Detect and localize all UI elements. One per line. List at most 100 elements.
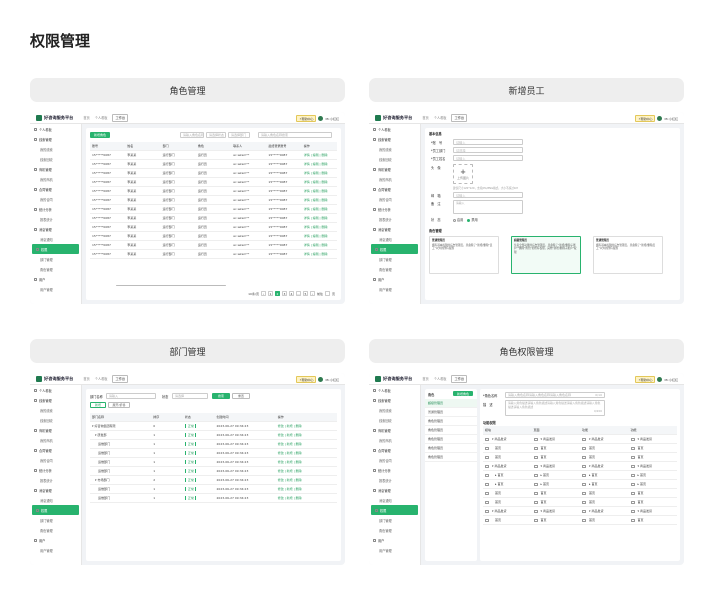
dept-name-cell[interactable]: 运维部门: [90, 460, 151, 464]
row-actions[interactable]: 详情 | 编辑 | 删除: [302, 207, 337, 211]
permission-cell[interactable]: ▸ 首页: [629, 473, 678, 477]
checkbox[interactable]: [485, 482, 489, 486]
sidebar-item[interactable]: 商机管理: [30, 425, 81, 435]
reset-button[interactable]: 重置: [232, 393, 250, 399]
row-actions[interactable]: 修改 | 新增 | 删除: [276, 442, 337, 446]
sidebar-item[interactable]: 角色管理: [30, 264, 81, 274]
checkbox[interactable]: [533, 482, 538, 486]
role-list-item[interactable]: 角色管理员: [425, 417, 477, 426]
sidebar-item[interactable]: 用户管理: [369, 284, 420, 294]
permission-cell[interactable]: ▾ 商品发货: [532, 437, 581, 441]
permission-cell[interactable]: 首页: [483, 455, 532, 459]
sidebar-item[interactable]: 角色管理: [30, 525, 81, 535]
checkbox[interactable]: [582, 482, 586, 486]
per-page-select[interactable]: 10条/页: [248, 292, 259, 296]
sidebar-item[interactable]: 线索管理: [369, 395, 420, 405]
permission-cell[interactable]: ▸ 首页: [483, 482, 532, 486]
sidebar-item[interactable]: 我的线索: [369, 144, 420, 154]
add-role-button[interactable]: 新增角色: [453, 391, 473, 396]
row-actions[interactable]: 详情 | 编辑 | 删除: [302, 153, 337, 157]
sidebar-item[interactable]: 合同管理: [369, 184, 420, 194]
checkbox[interactable]: [630, 464, 635, 468]
checkbox[interactable]: [533, 473, 538, 477]
role-card-1[interactable]: 普通管理员 拥有基本权限的后台管理员，具备除了"新增/删除"员工"以外的所有权限: [429, 236, 499, 274]
status-filter[interactable]: 请选择状态: [206, 132, 226, 138]
row-actions[interactable]: 详情 | 编辑 | 删除: [302, 225, 337, 229]
checkbox[interactable]: [582, 464, 586, 468]
row-actions[interactable]: 修改 | 新增 | 删除: [276, 433, 337, 437]
add-role-button[interactable]: 新增角色: [90, 132, 110, 138]
permission-cell[interactable]: ▾ 商品发货: [580, 464, 629, 468]
sidebar-item[interactable]: 个人看板: [369, 385, 420, 395]
add-dept-button[interactable]: 新增: [90, 402, 106, 408]
role-list-item[interactable]: 普通管理员: [425, 408, 477, 417]
checkbox[interactable]: [533, 455, 538, 459]
sidebar-item[interactable]: 消息通知: [369, 234, 420, 244]
email-input[interactable]: 请输入: [453, 192, 523, 198]
sidebar-item[interactable]: 统计分析: [369, 465, 420, 475]
dept-name-cell[interactable]: ▾ 好咨询集团有限: [90, 424, 151, 428]
checkbox[interactable]: [630, 518, 635, 522]
sidebar-item[interactable]: 合同管理: [30, 445, 81, 455]
checkbox[interactable]: [582, 437, 586, 441]
permission-cell[interactable]: ▾ 商品发货: [483, 437, 532, 441]
nav-workbench[interactable]: 工作台: [112, 374, 129, 383]
sidebar-item[interactable]: 我的商机: [369, 435, 420, 445]
nav-home[interactable]: 首页: [422, 115, 428, 120]
status-disable-radio[interactable]: 禁用: [467, 217, 478, 222]
account-input[interactable]: 请输入: [453, 139, 523, 145]
user-name[interactable]: Mr.小红红: [325, 117, 339, 121]
help-center-button[interactable]: ⚡帮助中心: [296, 376, 317, 384]
checkbox[interactable]: [630, 500, 635, 504]
sidebar-item[interactable]: 我的合同: [30, 194, 81, 204]
checkbox[interactable]: [630, 473, 635, 477]
permission-cell[interactable]: ▾ 商品发货: [629, 464, 678, 468]
user-name[interactable]: Mr.小红红: [325, 378, 339, 382]
checkbox[interactable]: [485, 509, 489, 513]
checkbox[interactable]: [485, 437, 489, 441]
nav-dashboard[interactable]: 个人看板: [95, 376, 108, 381]
dept-name-cell[interactable]: ▾ 研发部: [90, 433, 151, 437]
sidebar-item[interactable]: 用户: [30, 535, 81, 545]
sidebar-item[interactable]: 消息管理: [30, 224, 81, 234]
row-actions[interactable]: 修改 | 新增 | 删除: [276, 451, 337, 455]
sidebar-item[interactable]: 个人看板: [30, 385, 81, 395]
sidebar-item[interactable]: 线索管理: [30, 134, 81, 144]
sidebar-item[interactable]: 线索管理: [30, 395, 81, 405]
sidebar-item[interactable]: 用户: [369, 535, 420, 545]
sidebar-item[interactable]: 我的线索: [30, 405, 81, 415]
user-name[interactable]: Mr.小红红: [664, 378, 678, 382]
nav-dashboard[interactable]: 个人看板: [434, 115, 447, 120]
row-actions[interactable]: 详情 | 编辑 | 删除: [302, 189, 337, 193]
sidebar-item[interactable]: 合同管理: [30, 184, 81, 194]
sidebar-item[interactable]: 角色管理: [369, 525, 420, 535]
sidebar-item[interactable]: 我的商机: [30, 174, 81, 184]
permission-cell[interactable]: 首页: [580, 500, 629, 504]
checkbox[interactable]: [630, 455, 635, 459]
row-actions[interactable]: 详情 | 编辑 | 删除: [302, 252, 337, 256]
nav-home[interactable]: 首页: [422, 376, 428, 381]
expand-collapse-button[interactable]: 展开/折叠: [108, 402, 130, 408]
sidebar-item[interactable]: 角色管理: [369, 264, 420, 274]
checkbox[interactable]: [533, 509, 538, 513]
sidebar-item[interactable]: 用户: [30, 274, 81, 284]
sidebar-item[interactable]: 消息通知: [369, 495, 420, 505]
sidebar-item[interactable]: 我的合同: [30, 455, 81, 465]
page-1[interactable]: 1: [267, 291, 273, 296]
dept-name-cell[interactable]: 运维部门: [90, 469, 151, 473]
row-actions[interactable]: 详情 | 编辑 | 删除: [302, 171, 337, 175]
permission-cell[interactable]: ▸ 首页: [483, 473, 532, 477]
goto-input[interactable]: [324, 291, 330, 296]
sidebar-item[interactable]: 我的商机: [30, 435, 81, 445]
sidebar-item[interactable]: 统计分析: [30, 465, 81, 475]
sidebar-item[interactable]: 统计分析: [30, 204, 81, 214]
checkbox[interactable]: [485, 491, 489, 495]
permission-cell[interactable]: ▾ 商品发货: [629, 437, 678, 441]
row-actions[interactable]: 详情 | 编辑 | 删除: [302, 180, 337, 184]
permission-cell[interactable]: 首页: [483, 491, 532, 495]
sidebar-item[interactable]: 报表统计: [30, 214, 81, 224]
permission-cell[interactable]: 首页: [580, 446, 629, 450]
sidebar-item[interactable]: 部门管理: [30, 515, 81, 525]
permission-cell[interactable]: ▸ 首页: [580, 473, 629, 477]
sidebar-item[interactable]: 用户管理: [30, 284, 81, 294]
